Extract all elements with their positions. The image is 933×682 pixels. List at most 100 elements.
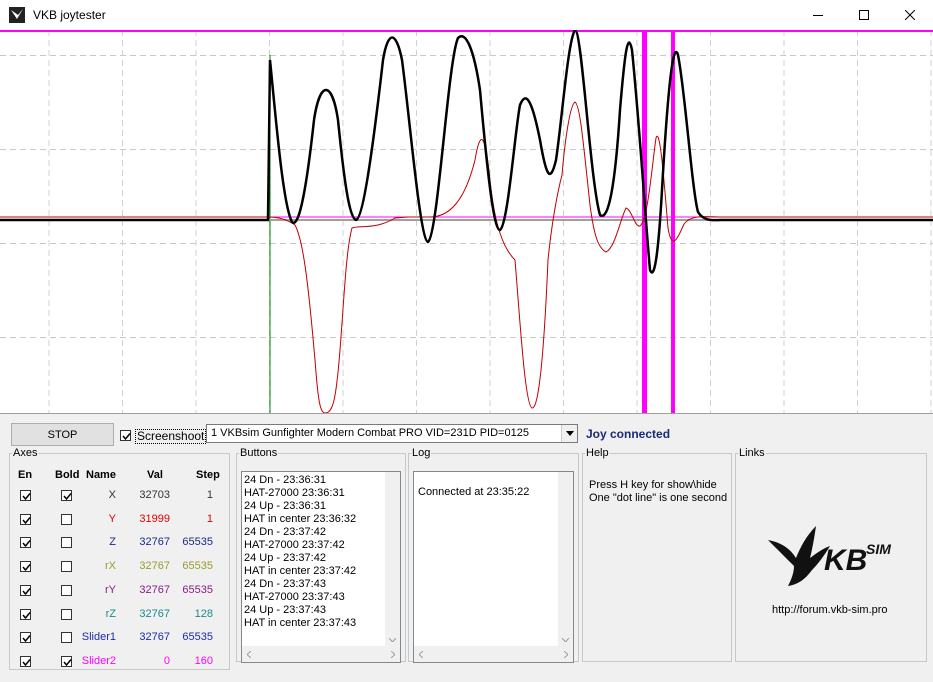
help-line: One "dot line" is one second	[589, 492, 728, 504]
device-select-value: 1 VKBsim Gunfighter Modern Combat PRO VI…	[211, 427, 529, 439]
checkmark-icon	[22, 564, 31, 572]
scroll-left-icon[interactable]	[247, 651, 251, 658]
button-event-line: HAT in center 23:37:43	[244, 617, 357, 629]
scroll-down-icon[interactable]	[562, 638, 569, 642]
button-event-line: 24 Up - 23:36:31	[244, 500, 326, 512]
axes-legend: Axes	[13, 447, 38, 459]
axis-name: Slider1	[81, 631, 116, 644]
axis-enable-checkbox[interactable]	[20, 655, 31, 667]
log-listbox[interactable]: Connected at 23:35:22	[413, 471, 574, 663]
help-legend: Help	[586, 447, 609, 459]
axis-value: 32703	[139, 489, 170, 501]
axis-name: Y	[108, 512, 116, 525]
close-icon	[905, 10, 915, 20]
header-val: Val	[147, 469, 163, 481]
checkmark-icon	[63, 493, 72, 501]
buttons-group: Buttons 24 Dn - 23:36:31 HAT-27000 23:36:…	[236, 447, 406, 663]
axis-bold-checkbox[interactable]	[61, 584, 72, 596]
axis-enable-checkbox[interactable]	[20, 632, 31, 644]
buttons-legend: Buttons	[240, 447, 278, 459]
checkmark-icon	[22, 540, 31, 548]
axis-bold-checkbox[interactable]	[61, 608, 72, 620]
axis-name: Z	[109, 536, 116, 549]
vertical-scrollbar[interactable]	[558, 472, 573, 646]
help-line: Press H key for show\hide	[589, 479, 717, 491]
axis-bold-checkbox[interactable]	[61, 490, 72, 501]
axis-step: 128	[194, 607, 213, 620]
minimize-icon	[813, 15, 823, 16]
button-event-line: HAT-27000 23:36:31	[244, 487, 345, 499]
axis-step: 1	[206, 489, 213, 501]
log-group: Log Connected at 23:35:22	[408, 447, 579, 663]
axis-value: 0	[163, 654, 170, 667]
connection-status: Joy connected	[586, 427, 671, 441]
header-step: Step	[196, 469, 220, 481]
checkmark-icon	[22, 611, 31, 619]
horizontal-scrollbar[interactable]	[414, 646, 573, 662]
axis-enable-checkbox[interactable]	[20, 561, 31, 573]
title-bar[interactable]: VKB joytester	[0, 0, 933, 31]
trace-black	[0, 28, 933, 274]
trace-red	[0, 101, 933, 414]
dropdown-arrow-icon[interactable]	[561, 425, 577, 442]
axis-value: 32767	[139, 583, 170, 596]
axis-bold-checkbox[interactable]	[61, 513, 72, 525]
axis-plot-area[interactable]	[0, 28, 933, 414]
button-event-line: HAT-27000 23:37:42	[244, 539, 345, 551]
log-legend: Log	[412, 447, 431, 459]
vkbsim-logo[interactable]: KB SIM	[766, 518, 896, 588]
axis-enable-checkbox[interactable]	[20, 608, 31, 620]
links-legend: Links	[739, 447, 765, 459]
header-en: En	[18, 469, 33, 481]
axis-value: 32767	[139, 560, 170, 573]
stop-button[interactable]: STOP	[11, 423, 114, 446]
logo-text-sim: SIM	[866, 541, 891, 557]
maximize-button[interactable]	[841, 0, 887, 30]
checkmark-icon	[22, 516, 31, 524]
axis-enable-checkbox[interactable]	[20, 513, 31, 525]
close-button[interactable]	[887, 0, 933, 30]
axis-bold-checkbox[interactable]	[61, 537, 72, 549]
axis-value: 32767	[139, 536, 170, 549]
checkmark-icon	[122, 433, 131, 441]
axis-enable-checkbox[interactable]	[20, 584, 31, 596]
scroll-down-icon[interactable]	[389, 638, 396, 642]
axis-enable-checkbox[interactable]	[20, 537, 31, 549]
button-event-line: 24 Up - 23:37:43	[244, 604, 326, 616]
scroll-right-icon[interactable]	[391, 651, 395, 658]
header-bold: Bold	[55, 469, 80, 481]
axis-bold-checkbox[interactable]	[61, 655, 72, 667]
links-group: Links KB SIM http://forum.vkb-sim.pro	[735, 448, 927, 662]
window-title: VKB joytester	[33, 8, 106, 22]
button-event-line: HAT in center 23:37:42	[244, 565, 357, 577]
scroll-right-icon[interactable]	[564, 651, 568, 658]
axis-value: 32767	[139, 607, 170, 620]
controls-panel: STOP Screenshoot 1 VKBsim Gunfighter Mod…	[0, 413, 933, 682]
button-event-line: HAT-27000 23:37:43	[244, 591, 345, 603]
axis-bold-checkbox[interactable]	[61, 561, 72, 573]
checkmark-icon	[22, 493, 31, 501]
minimize-button[interactable]	[795, 0, 841, 30]
axis-step: 65535	[182, 536, 213, 549]
device-select[interactable]: 1 VKBsim Gunfighter Modern Combat PRO VI…	[206, 424, 578, 443]
axis-enable-checkbox[interactable]	[20, 490, 31, 501]
checkmark-icon	[63, 658, 72, 667]
logo-text-kb: KB	[824, 544, 867, 577]
vertical-scrollbar[interactable]	[385, 472, 400, 646]
axis-bold-checkbox[interactable]	[61, 632, 72, 644]
horizontal-scrollbar[interactable]	[242, 646, 400, 662]
screenshot-label[interactable]: Screenshoot	[135, 429, 207, 444]
help-text: Press H key for show\hide One "dot line" …	[589, 479, 727, 505]
button-event-line: 24 Dn - 23:36:31	[244, 474, 326, 486]
maximize-icon	[859, 10, 869, 20]
eagle-icon	[768, 526, 830, 586]
axis-value: 32767	[139, 631, 170, 644]
axis-name: rX	[105, 560, 116, 573]
buttons-listbox[interactable]: 24 Dn - 23:36:31 HAT-27000 23:36:31 24 Up …	[241, 471, 401, 663]
axis-name: rZ	[105, 607, 116, 620]
screenshot-checkbox[interactable]	[120, 430, 131, 441]
checkmark-icon	[22, 635, 31, 643]
forum-link[interactable]: http://forum.vkb-sim.pro	[772, 604, 888, 616]
scroll-left-icon[interactable]	[419, 651, 423, 658]
axis-name: X	[108, 489, 116, 501]
